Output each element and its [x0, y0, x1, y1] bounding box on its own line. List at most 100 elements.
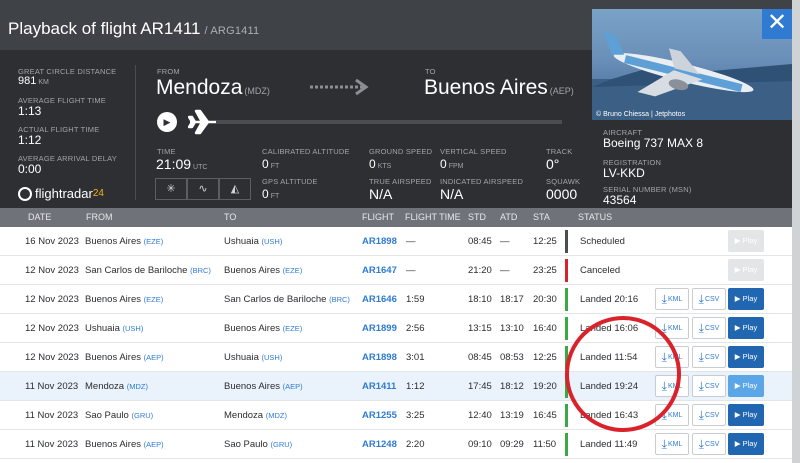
row-atd: 18:12: [500, 381, 524, 392]
status-bar: [565, 433, 568, 456]
table-row[interactable]: 12 Nov 2023 Buenos Aires (EZE) San Carlos …: [0, 285, 792, 314]
aircraft-value: Boeing 737 MAX 8: [603, 136, 704, 150]
table-row[interactable]: 12 Nov 2023 Ushuaia (USH) Buenos Aires (EZ…: [0, 314, 792, 343]
fullscreen-icon[interactable]: ✳: [155, 178, 187, 200]
download-icon: ⤓: [698, 350, 704, 364]
gps-alt-value: 0 FT: [262, 187, 280, 201]
row-to-code: (GRU): [270, 440, 293, 449]
plane-icon: [188, 109, 216, 135]
play-button[interactable]: ▶ Play: [728, 404, 764, 426]
row-to-code: (USH): [261, 237, 283, 246]
playback-timeline-slider[interactable]: [216, 120, 562, 124]
row-atd: 09:29: [500, 439, 524, 450]
csv-download-button[interactable]: ⤓ CSV: [692, 375, 726, 397]
status-bar: [565, 317, 568, 340]
row-flight-link[interactable]: AR1255: [362, 410, 397, 421]
row-atd: 18:17: [500, 294, 524, 305]
kml-label: KML: [667, 411, 683, 419]
col-date: DATE: [28, 212, 52, 222]
row-from: Buenos Aires (AEP): [85, 352, 164, 363]
row-atd: 13:10: [500, 323, 524, 334]
play-button[interactable]: ▶ Play: [728, 375, 764, 397]
row-std: 08:45: [468, 352, 492, 363]
row-from-code: (MDZ): [126, 382, 148, 391]
play-button[interactable]: ▶ Play: [728, 346, 764, 368]
play-button: ▶ Play: [728, 230, 764, 252]
row-sta: 12:25: [533, 236, 557, 247]
row-flight-link[interactable]: AR1899: [362, 323, 397, 334]
flight-title: Playback of flight AR1411: [8, 19, 201, 38]
status-bar: [565, 230, 568, 253]
download-icon: ⤓: [698, 321, 704, 335]
row-atd: —: [500, 236, 510, 247]
time-value: 21:09 UTC: [156, 156, 208, 172]
row-from-code: (USH): [122, 324, 144, 333]
row-flight-link[interactable]: AR1248: [362, 439, 397, 450]
route-icon[interactable]: ∿: [187, 178, 219, 200]
row-from: Sao Paulo (GRU): [85, 410, 154, 421]
csv-download-button[interactable]: ⤓ CSV: [692, 288, 726, 310]
row-from: Buenos Aires (EZE): [85, 236, 164, 247]
row-flight-time: 3:25: [406, 410, 425, 421]
ground-speed-label: GROUND SPEED: [369, 147, 433, 156]
table-row[interactable]: 12 Nov 2023 San Carlos de Bariloche (BRC)…: [0, 256, 792, 285]
play-button[interactable]: ▶ Play: [728, 288, 764, 310]
play-button: ▶ Play: [728, 259, 764, 281]
radar-icon: [18, 186, 32, 201]
row-date: 12 Nov 2023: [25, 294, 79, 305]
table-row[interactable]: 16 Nov 2023 Buenos Aires (EZE) Ushuaia (US…: [0, 227, 792, 256]
altitude-graph-icon[interactable]: ◭: [219, 178, 251, 200]
row-date: 11 Nov 2023: [25, 410, 79, 421]
playback-play-button[interactable]: ▶: [157, 112, 177, 132]
row-atd: 08:53: [500, 352, 524, 363]
row-flight-link[interactable]: AR1646: [362, 294, 397, 305]
row-to: Buenos Aires (AEP): [224, 381, 303, 392]
row-atd: 13:19: [500, 410, 524, 421]
download-icon: ⤓: [698, 408, 704, 422]
close-button[interactable]: ✕: [762, 9, 792, 39]
true-airspeed-value: N/A: [369, 186, 393, 202]
row-to-code: (EZE): [282, 266, 303, 275]
row-date: 12 Nov 2023: [25, 265, 79, 276]
play-button[interactable]: ▶ Play: [728, 433, 764, 455]
row-from-code: (AEP): [143, 353, 164, 362]
csv-label: CSV: [704, 353, 720, 361]
csv-download-button[interactable]: ⤓ CSV: [692, 346, 726, 368]
col-sta: STA: [533, 212, 550, 222]
csv-download-button[interactable]: ⤓ CSV: [692, 317, 726, 339]
row-flight-link[interactable]: AR1898: [362, 352, 397, 363]
kml-download-button[interactable]: ⤓ KML: [655, 288, 689, 310]
csv-download-button[interactable]: ⤓ CSV: [692, 433, 726, 455]
row-flight-link[interactable]: AR1411: [362, 381, 396, 392]
row-status: Landed 11:49: [580, 439, 638, 450]
row-from: Buenos Aires (EZE): [85, 294, 164, 305]
table-row[interactable]: 11 Nov 2023 Buenos Aires (AEP) Sao Paulo (…: [0, 430, 792, 459]
download-icon: ⤓: [698, 437, 704, 451]
row-std: 08:45: [468, 236, 492, 247]
cal-alt-value: 0 FT: [262, 157, 280, 171]
row-flight-time: 3:01: [406, 352, 425, 363]
great-circle-value: 981 KM: [18, 75, 49, 87]
ground-speed-value: 0 KTS: [369, 157, 392, 171]
csv-label: CSV: [704, 295, 720, 303]
row-sta: 20:30: [533, 294, 557, 305]
row-to-code: (AEP): [282, 382, 303, 391]
kml-label: KML: [667, 440, 683, 448]
route-arrow-icon: [310, 78, 369, 96]
row-to: San Carlos de Bariloche (BRC): [224, 294, 350, 305]
row-flight-link[interactable]: AR1647: [362, 265, 397, 276]
table-row[interactable]: 11 Nov 2023 Sao Paulo (GRU) Mendoza (MDZ) A…: [0, 401, 792, 430]
kml-download-button[interactable]: ⤓ KML: [655, 433, 689, 455]
row-flight-link[interactable]: AR1898: [362, 236, 397, 247]
row-date: 12 Nov 2023: [25, 323, 79, 334]
play-button[interactable]: ▶ Play: [728, 317, 764, 339]
row-sta: 12:25: [533, 352, 557, 363]
csv-download-button[interactable]: ⤓ CSV: [692, 404, 726, 426]
row-std: 18:10: [468, 294, 492, 305]
gps-alt-label: GPS ALTITUDE: [262, 177, 318, 186]
row-std: 12:40: [468, 410, 492, 421]
csv-label: CSV: [704, 382, 720, 390]
callsign-subtitle: / ARG1411: [204, 25, 260, 37]
row-date: 12 Nov 2023: [25, 352, 79, 363]
row-std: 17:45: [468, 381, 492, 392]
